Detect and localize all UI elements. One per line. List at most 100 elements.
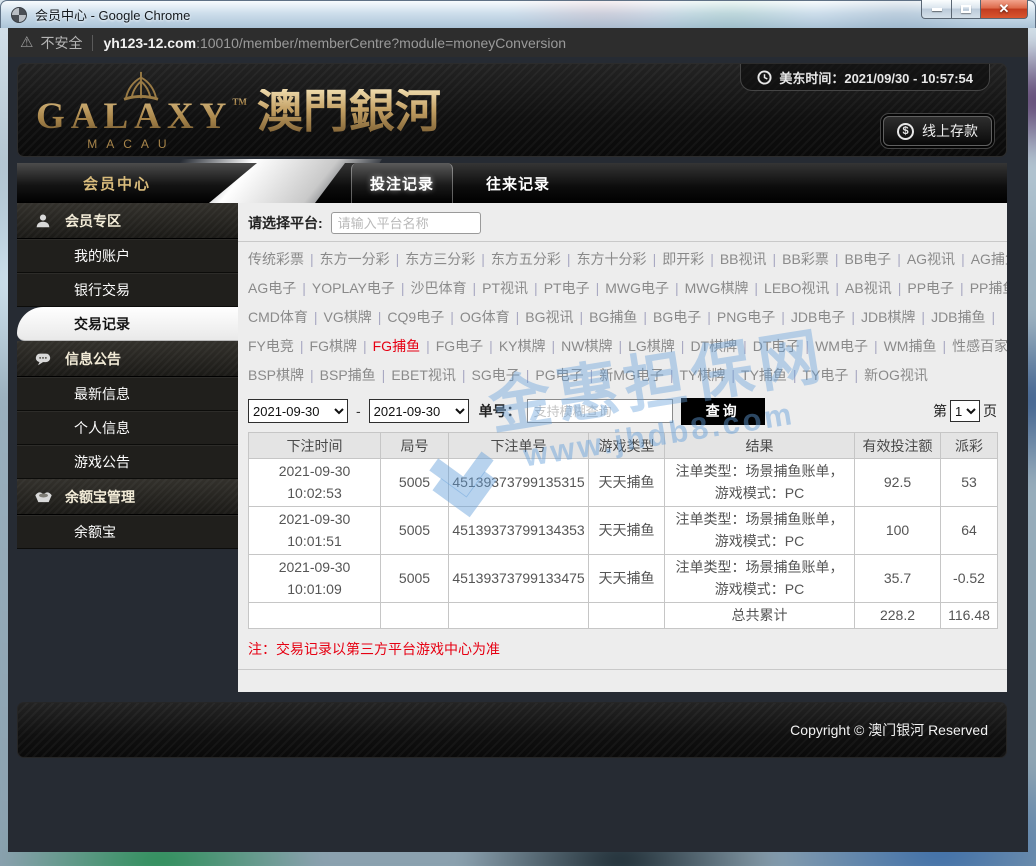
tab-transfer-records[interactable]: 往来记录 — [467, 163, 569, 203]
platform-link[interactable]: CQ9电子 — [387, 309, 444, 325]
platform-link[interactable]: YOPLAY电子 — [312, 280, 395, 296]
table-row: 2021-09-30 10:01:09500545139373799133475… — [249, 555, 998, 603]
maximize-button[interactable] — [952, 0, 981, 19]
platform-link[interactable]: 新OG视讯 — [864, 367, 928, 383]
platform-search-input[interactable] — [331, 212, 481, 234]
page-label-prefix: 第 — [933, 401, 947, 421]
date-to-select[interactable]: 2021-09-30 — [369, 399, 469, 423]
sidebar-item-会员专区[interactable]: 会员专区 — [17, 203, 238, 239]
tab-bet-records[interactable]: 投注记录 — [351, 163, 453, 203]
platform-separator: | — [310, 367, 314, 383]
url-bar[interactable]: ⚠ 不安全 yh123-12.com :10010/member/memberC… — [8, 28, 1028, 57]
sidebar-item-游戏公告[interactable]: 游戏公告 — [17, 445, 238, 479]
platform-link[interactable]: JDB棋牌 — [861, 309, 915, 325]
platform-link[interactable]: OG体育 — [460, 309, 510, 325]
table-cell — [449, 603, 589, 629]
sidebar-item-最新信息[interactable]: 最新信息 — [17, 377, 238, 411]
close-icon: ✕ — [999, 1, 1010, 17]
platform-link[interactable]: 东方十分彩 — [577, 251, 647, 267]
platform-link[interactable]: PG电子 — [535, 367, 583, 383]
table-cell: 64 — [941, 507, 998, 555]
totals-row: 总共累计228.2116.48 — [249, 603, 998, 629]
platform-link[interactable]: PT电子 — [544, 280, 590, 296]
platform-link[interactable]: CMD体育 — [248, 309, 308, 325]
platform-link[interactable]: 即开彩 — [662, 251, 704, 267]
tabs-bar: 投注记录 往来记录 — [315, 163, 1007, 203]
platform-link[interactable]: PP捕鱼 — [970, 280, 1007, 296]
platform-separator: | — [462, 367, 466, 383]
page-label-suffix: 页 — [983, 401, 997, 421]
window-titlebar[interactable]: 会员中心 - Google Chrome — [0, 0, 1036, 28]
platform-link[interactable]: LEBO视讯 — [764, 280, 829, 296]
site-header: GALAXYTM MACAU 澳門銀河 美东时间：2021/09/30 - 10… — [17, 63, 1007, 157]
platform-link[interactable]: AG视讯 — [907, 251, 955, 267]
platform-link[interactable]: MWG电子 — [605, 280, 669, 296]
platform-link[interactable]: KY棋牌 — [499, 338, 546, 354]
platform-link[interactable]: DT棋牌 — [690, 338, 737, 354]
order-no-input[interactable] — [527, 399, 673, 423]
platform-row: BSP棋牌|BSP捕鱼|EBET视讯|SG电子|PG电子|新MG电子|TY棋牌|… — [248, 361, 997, 390]
platform-link[interactable]: BG捕鱼 — [589, 309, 637, 325]
search-button[interactable]: 查询 — [681, 398, 765, 425]
platform-row: CMD体育|VG棋牌|CQ9电子|OG体育|BG视讯|BG捕鱼|BG电子|PNG… — [248, 303, 997, 332]
platform-link[interactable]: PP电子 — [907, 280, 954, 296]
platform-link[interactable]: BSP棋牌 — [248, 367, 304, 383]
platform-link[interactable]: PT视讯 — [482, 280, 528, 296]
platform-link[interactable]: 东方三分彩 — [405, 251, 475, 267]
platform-link[interactable]: AB视讯 — [845, 280, 892, 296]
platform-link[interactable]: MWG棋牌 — [685, 280, 749, 296]
date-from-select[interactable]: 2021-09-30 — [248, 399, 348, 423]
platform-link[interactable]: FY电竞 — [248, 338, 294, 354]
platform-link[interactable]: VG棋牌 — [324, 309, 372, 325]
platform-link[interactable]: FG棋牌 — [310, 338, 357, 354]
minimize-button[interactable] — [921, 0, 952, 19]
galaxy-logo: GALAXYTM MACAU 澳門銀河 — [36, 70, 441, 151]
platform-link[interactable]: TY捕鱼 — [741, 367, 787, 383]
platform-row: 传统彩票|东方一分彩|东方三分彩|东方五分彩|东方十分彩|即开彩|BB视讯|BB… — [248, 245, 997, 274]
platform-link[interactable]: 东方五分彩 — [491, 251, 561, 267]
platform-link[interactable]: 东方一分彩 — [320, 251, 390, 267]
platform-link[interactable]: DT电子 — [753, 338, 800, 354]
platform-link[interactable]: AG电子 — [248, 280, 296, 296]
platform-link[interactable]: NW棋牌 — [561, 338, 612, 354]
query-row: 2021-09-30 - 2021-09-30 单号： 查询 第 1 页 — [238, 390, 1007, 426]
platform-link[interactable]: BG视讯 — [525, 309, 573, 325]
platform-separator: | — [426, 338, 430, 354]
platform-link[interactable]: 性感百家乐 — [952, 338, 1007, 354]
table-cell: 5005 — [381, 459, 449, 507]
platform-link[interactable]: TY电子 — [803, 367, 849, 383]
platform-link[interactable]: AG捕鱼 — [971, 251, 1007, 267]
platform-link[interactable]: EBET视讯 — [391, 367, 456, 383]
sidebar-item-我的账户[interactable]: 我的账户 — [17, 239, 238, 273]
platform-link[interactable]: TY棋牌 — [679, 367, 725, 383]
platform-link[interactable]: LG棋牌 — [628, 338, 675, 354]
platform-link[interactable]: BB视讯 — [720, 251, 767, 267]
platform-link[interactable]: BB电子 — [845, 251, 892, 267]
platform-link[interactable]: 传统彩票 — [248, 251, 304, 267]
platform-separator: | — [643, 309, 647, 325]
sidebar-item-余额宝管理[interactable]: 余额宝管理 — [17, 479, 238, 515]
platform-link[interactable]: BG电子 — [653, 309, 701, 325]
platform-link[interactable]: BB彩票 — [782, 251, 829, 267]
platform-link[interactable]: BSP捕鱼 — [320, 367, 376, 383]
online-deposit-button[interactable]: $ 线上存款 — [883, 116, 992, 146]
platform-link[interactable]: JDB捕鱼 — [931, 309, 985, 325]
page-select[interactable]: 1 — [950, 400, 980, 422]
sidebar-item-银行交易[interactable]: 银行交易 — [17, 273, 238, 307]
platform-link[interactable]: 沙巴体育 — [411, 280, 467, 296]
sidebar-item-交易记录-active[interactable]: 交易记录 — [17, 307, 238, 341]
sidebar-item-余额宝[interactable]: 余额宝 — [17, 515, 238, 549]
sidebar-item-信息公告[interactable]: 信息公告 — [17, 341, 238, 377]
sidebar-item-个人信息[interactable]: 个人信息 — [17, 411, 238, 445]
sidebar-item-label: 我的账户 — [74, 246, 130, 266]
platform-link[interactable]: SG电子 — [472, 367, 520, 383]
platform-link[interactable]: WM捕鱼 — [884, 338, 937, 354]
dollar-icon: $ — [897, 123, 914, 140]
platform-link[interactable]: PNG电子 — [717, 309, 775, 325]
platform-link[interactable]: 新MG电子 — [599, 367, 664, 383]
platform-link[interactable]: FG电子 — [436, 338, 483, 354]
platform-link[interactable]: JDB电子 — [791, 309, 845, 325]
platform-link[interactable]: FG捕鱼 — [373, 338, 420, 354]
close-button[interactable]: ✕ — [981, 0, 1028, 19]
platform-link[interactable]: WM电子 — [815, 338, 868, 354]
